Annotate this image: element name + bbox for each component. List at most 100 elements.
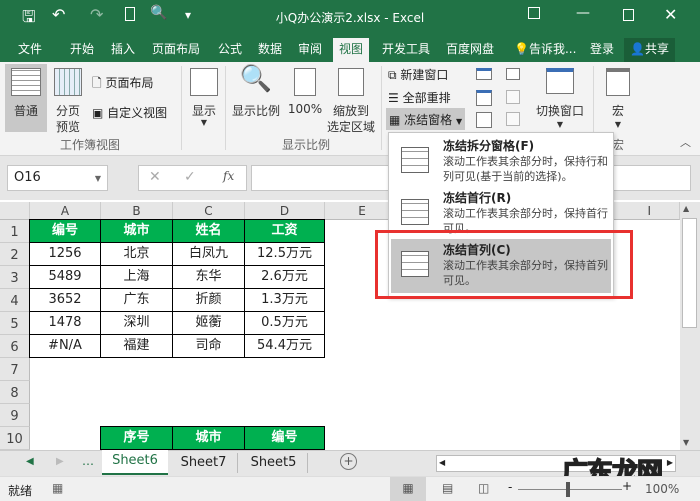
page-break-status-icon[interactable]: ◫ xyxy=(478,481,489,495)
table-cell[interactable]: 福建 xyxy=(100,334,173,358)
table-cell[interactable]: 1.3万元 xyxy=(244,288,325,312)
zoom-slider[interactable] xyxy=(518,489,622,490)
switch-windows-button[interactable]: 切换窗口 ▼ xyxy=(530,64,590,134)
next-sheet-icon[interactable]: ▶ xyxy=(56,456,64,467)
tab-formulas[interactable]: 公式 xyxy=(214,38,246,62)
add-sheet-icon[interactable]: + xyxy=(340,453,357,470)
table-cell[interactable]: 白凤九 xyxy=(172,242,245,266)
column-header-c[interactable]: C xyxy=(173,202,245,220)
table-cell[interactable]: 1478 xyxy=(29,311,101,335)
tab-review[interactable]: 审阅 xyxy=(294,38,326,62)
header-cell[interactable]: 序号 xyxy=(100,426,173,450)
sheet-tab-sheet6[interactable]: Sheet6 xyxy=(102,450,168,475)
row-header[interactable]: 9 xyxy=(0,404,30,427)
row-header[interactable]: 4 xyxy=(0,289,30,312)
tab-developer[interactable]: 开发工具 xyxy=(378,38,434,62)
table-cell[interactable]: 0.5万元 xyxy=(244,311,325,335)
table-cell[interactable]: 2.6万元 xyxy=(244,265,325,289)
tab-home[interactable]: 开始 xyxy=(66,38,98,62)
table-cell[interactable]: 1256 xyxy=(29,242,101,266)
column-header-d[interactable]: D xyxy=(245,202,325,220)
tab-insert[interactable]: 插入 xyxy=(107,38,139,62)
header-cell[interactable]: 编号 xyxy=(244,426,325,450)
normal-view-button[interactable]: 普通 xyxy=(5,64,47,132)
page-layout-status-icon[interactable]: ▤ xyxy=(442,481,453,495)
scroll-down-icon[interactable]: ▼ xyxy=(683,438,689,447)
zoom-100-button[interactable]: 100% xyxy=(286,64,324,134)
view-side-by-side-icon[interactable] xyxy=(506,68,520,80)
table-cell[interactable]: #N/A xyxy=(29,334,101,358)
redo-icon[interactable]: ↷ xyxy=(90,5,103,24)
reset-window-position-icon[interactable] xyxy=(506,112,520,126)
synchronous-scrolling-icon[interactable] xyxy=(506,90,520,104)
header-cell[interactable]: 城市 xyxy=(100,219,173,243)
macros-button[interactable]: 宏 ▼ xyxy=(598,64,638,134)
row-header[interactable]: 3 xyxy=(0,266,30,289)
insert-function-icon[interactable]: fx xyxy=(223,169,234,183)
column-header-a[interactable]: A xyxy=(30,202,101,220)
zoom-slider-thumb[interactable] xyxy=(566,482,570,497)
header-cell[interactable]: 编号 xyxy=(29,219,101,243)
table-cell[interactable]: 5489 xyxy=(29,265,101,289)
header-cell[interactable]: 姓名 xyxy=(172,219,245,243)
tab-page-layout[interactable]: 页面布局 xyxy=(148,38,204,62)
scroll-up-icon[interactable]: ▲ xyxy=(683,204,689,213)
zoom-out-button[interactable]: - xyxy=(508,480,512,494)
table-cell[interactable]: 54.4万元 xyxy=(244,334,325,358)
zoom-to-selection-button[interactable]: 缩放到 选定区域 xyxy=(326,64,376,134)
tab-baidu-netdisk[interactable]: 百度网盘 xyxy=(442,38,498,62)
row-header[interactable]: 1 xyxy=(0,220,30,243)
cancel-icon[interactable]: ✕ xyxy=(149,169,161,185)
header-cell[interactable]: 工资 xyxy=(244,219,325,243)
tab-view[interactable]: 视图 xyxy=(333,38,370,62)
table-cell[interactable]: 12.5万元 xyxy=(244,242,325,266)
table-cell[interactable]: 上海 xyxy=(100,265,173,289)
sheet-tab-sheet7[interactable]: Sheet7 xyxy=(170,453,238,473)
table-cell[interactable]: 司命 xyxy=(172,334,245,358)
column-header-b[interactable]: B xyxy=(101,202,173,220)
share-button[interactable]: 👤共享 xyxy=(624,38,675,62)
name-box[interactable]: O16 ▼ xyxy=(7,165,108,191)
tab-data[interactable]: 数据 xyxy=(254,38,286,62)
more-sheets-icon[interactable]: … xyxy=(82,454,94,468)
table-cell[interactable]: 折颜 xyxy=(172,288,245,312)
maximize-button[interactable] xyxy=(623,9,634,21)
minimize-button[interactable]: — xyxy=(576,5,590,21)
table-cell[interactable]: 3652 xyxy=(29,288,101,312)
menu-item-freeze-panes[interactable]: 冻结拆分窗格(F) 滚动工作表其余部分时，保持行和列可见(基于当前的选择)。 xyxy=(391,135,611,189)
arrange-all-button[interactable]: ☰ 全部重排 xyxy=(388,89,451,106)
new-window-button[interactable]: ⧉ 新建窗口 xyxy=(388,66,448,83)
table-cell[interactable]: 广东 xyxy=(100,288,173,312)
table-cell[interactable]: 东华 xyxy=(172,265,245,289)
scroll-right-icon[interactable]: ▶ xyxy=(667,458,673,467)
scrollbar-thumb[interactable] xyxy=(682,218,697,328)
prev-sheet-icon[interactable]: ◀ xyxy=(26,456,34,467)
scroll-left-icon[interactable]: ◀ xyxy=(439,458,445,467)
login-link[interactable]: 登录 xyxy=(586,38,618,62)
enter-icon[interactable]: ✓ xyxy=(184,169,196,185)
vertical-scrollbar[interactable]: ▲ ▼ xyxy=(680,202,700,450)
show-button[interactable]: 显示 ▼ xyxy=(186,64,222,134)
freeze-panes-button[interactable]: ▦ 冻结窗格 ▼ xyxy=(386,108,466,130)
ribbon-display-icon[interactable] xyxy=(528,7,540,19)
page-break-preview-button[interactable]: 分页 预览 xyxy=(50,64,86,134)
row-header[interactable]: 5 xyxy=(0,312,30,335)
tab-file[interactable]: 文件 xyxy=(14,38,46,62)
table-cell[interactable]: 深圳 xyxy=(100,311,173,335)
split-icon[interactable] xyxy=(476,68,492,80)
unhide-icon[interactable] xyxy=(476,112,492,128)
zoom-in-button[interactable]: + xyxy=(622,479,632,493)
sheet-tab-sheet5[interactable]: Sheet5 xyxy=(240,453,308,473)
zoom-level[interactable]: 100% xyxy=(645,482,679,496)
new-file-icon[interactable] xyxy=(125,7,135,21)
row-header[interactable]: 8 xyxy=(0,381,30,404)
print-preview-icon[interactable]: 🔍 xyxy=(150,5,167,21)
hide-icon[interactable] xyxy=(476,90,492,106)
custom-views-button[interactable]: ▣ 自定义视图 xyxy=(92,104,167,121)
row-header[interactable]: 2 xyxy=(0,243,30,266)
row-header[interactable]: 7 xyxy=(0,358,30,381)
close-button[interactable]: ✕ xyxy=(664,5,677,24)
undo-icon[interactable]: ↶ xyxy=(52,5,65,24)
page-layout-button[interactable]: 🗋 页面布局 xyxy=(92,74,154,95)
save-icon[interactable]: 🖫 xyxy=(22,6,36,33)
